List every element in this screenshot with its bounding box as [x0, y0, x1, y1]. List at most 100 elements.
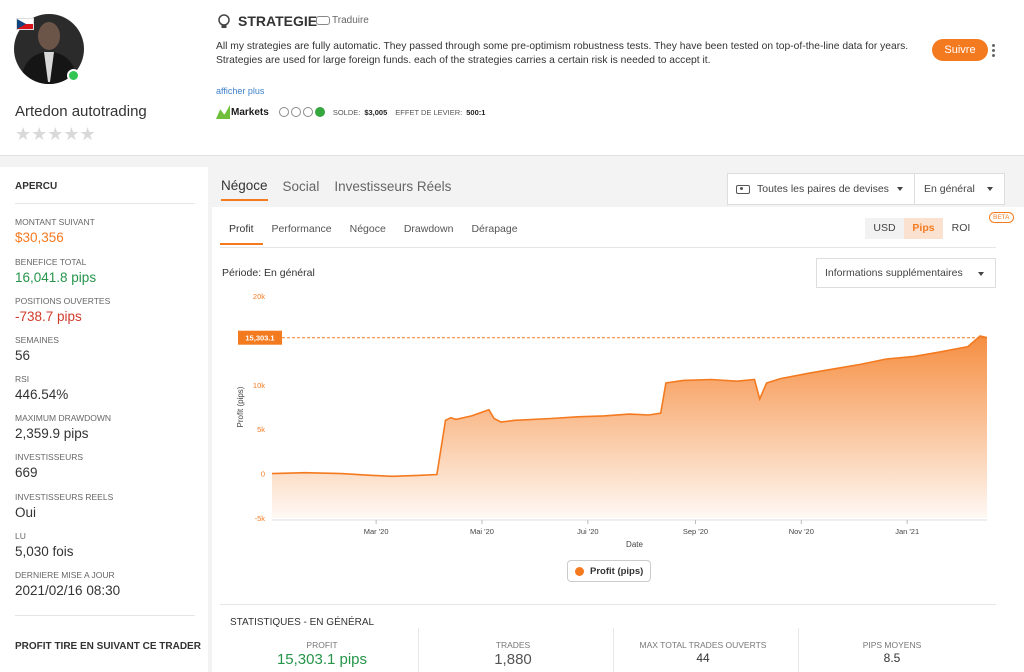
stat-max-open-trades-value: 44: [696, 651, 710, 665]
stat-label-real-investors: INVESTISSEURS REELS: [15, 492, 114, 502]
last-value-label: 15,303.1: [245, 334, 274, 343]
legend-label: Profit (pips): [590, 565, 644, 577]
chevron-down-icon: [897, 187, 903, 191]
stat-separator: [798, 628, 799, 672]
profile-header: Artedon autotrading ★★★★★ STRATEGIE Trad…: [0, 0, 1024, 156]
translate-icon: [316, 16, 330, 25]
period-dropdown-value: En général: [924, 183, 975, 195]
translate-button[interactable]: Traduire: [316, 15, 369, 26]
y-tick-label: -5k: [255, 514, 266, 523]
x-tick-label: Jui '20: [577, 527, 598, 536]
leverage-value: 500:1: [466, 107, 486, 117]
verified-check-icon: [314, 107, 325, 117]
stat-label-followed-amount: MONTANT SUIVANT: [15, 217, 95, 227]
stat-label-rsi: RSI: [15, 374, 30, 384]
currency-pairs-dropdown[interactable]: Toutes les paires de devises: [727, 173, 915, 205]
profit-following-title: PROFIT TIRE EN SUIVANT CE TRADER: [15, 641, 201, 652]
strategy-title: STRATEGIE: [238, 13, 318, 29]
broker-info: Markets SOLDE: $3,005 EFFET DE LEVIER: 5…: [216, 102, 493, 122]
dollar-badge-icon: [278, 107, 289, 117]
stat-value-real-investors: Oui: [15, 505, 37, 520]
avatar-face: [38, 22, 60, 50]
stat-label-max-drawdown: MAXIMUM DRAWDOWN: [15, 413, 112, 423]
lightbulb-icon: [218, 14, 230, 28]
stat-value-views: 5,030 fois: [15, 544, 74, 559]
stat-value-weeks: 56: [15, 348, 31, 363]
legend-profit-pips[interactable]: Profit (pips): [567, 560, 652, 582]
stats-title: STATISTIQUES - EN GÉNÉRAL: [230, 617, 375, 628]
balance-label: SOLDE:: [332, 107, 361, 117]
period-dropdown[interactable]: En général: [915, 173, 1005, 205]
stat-value-rsi: 446.54%: [15, 387, 69, 402]
currency-pairs-value: Toutes les paires de devises: [757, 183, 889, 195]
legend-dot: [575, 566, 584, 576]
x-axis-title: Date: [626, 540, 643, 549]
stat-separator: [418, 628, 419, 672]
stat-average-pips-value: 8.5: [883, 651, 901, 665]
y-axis-title: Profit (pips): [236, 386, 245, 427]
y-tick-label: 20k: [253, 292, 265, 301]
online-status-icon: [67, 69, 80, 82]
trader-name: Artedon autotrading: [15, 103, 147, 120]
stat-profit-label: PROFIT: [306, 640, 338, 650]
x-tick-label: Mar '20: [364, 527, 389, 536]
y-tick-label: 5k: [257, 425, 265, 434]
m4-badge-icon: [290, 107, 301, 117]
sidebar-divider: [15, 615, 195, 616]
tab-real-investors[interactable]: Investisseurs Réels: [334, 175, 451, 200]
stat-max-open-trades: MAX TOTAL TRADES OUVERTS 44: [613, 633, 793, 672]
show-more-link[interactable]: afficher plus: [216, 86, 264, 96]
stat-label-open-positions: POSITIONS OUVERTES: [15, 296, 111, 306]
rating-stars[interactable]: ★★★★★: [15, 124, 96, 145]
follow-button[interactable]: Suivre: [932, 39, 988, 61]
description-line-1: All my strategies are fully automatic. T…: [216, 41, 909, 52]
stat-value-max-drawdown: 2,359.9 pips: [15, 426, 89, 441]
stat-trades: TRADES 1,880: [423, 633, 603, 672]
stat-value-total-profit: 16,041.8 pips: [15, 270, 97, 285]
leverage-label: EFFET DE LEVIER:: [395, 107, 463, 117]
x-tick-label: Sep '20: [683, 527, 708, 536]
stat-value-followed-amount: $30,356: [15, 230, 64, 245]
tab-trading[interactable]: Négoce: [221, 174, 268, 201]
stat-label-weeks: SEMAINES: [15, 335, 59, 345]
sidebar-title: APERCU: [15, 181, 58, 192]
stat-max-open-trades-label: MAX TOTAL TRADES OUVERTS: [639, 640, 767, 650]
x-tick-label: Nov '20: [789, 527, 814, 536]
currency-icon: [736, 184, 750, 194]
strategy-description: All my strategies are fully automatic. T…: [216, 40, 916, 67]
sidebar-divider: [15, 203, 195, 204]
chart-panel: Profit Performance Négoce Drawdown Dérap…: [212, 207, 1024, 672]
translate-label: Traduire: [332, 15, 369, 26]
stat-value-last-update: 2021/02/16 08:30: [15, 583, 121, 598]
broker-logo[interactable]: Markets: [216, 105, 269, 119]
stat-value-investors: 669: [15, 465, 38, 480]
x-tick-label: Jan '21: [895, 527, 919, 536]
overview-sidebar: APERCU MONTANT SUIVANT $30,356 BENEFICE …: [0, 167, 208, 672]
stat-label-investors: INVESTISSEURS: [15, 452, 84, 462]
stat-trades-label: TRADES: [495, 640, 531, 650]
stat-trades-value: 1,880: [494, 651, 532, 668]
x-tick-label: Mai '20: [470, 527, 494, 536]
czech-flag-icon: [16, 18, 34, 30]
stat-profit-value: 15,303.1 pips: [276, 651, 368, 668]
profit-chart[interactable]: -5k05k10k15k20kProfit (pips)Mar '20Mai '…: [212, 207, 1024, 557]
stat-label-total-profit: BENEFICE TOTAL: [15, 257, 87, 267]
stat-label-last-update: DERNIERE MISE A JOUR: [15, 570, 115, 580]
tab-social[interactable]: Social: [283, 175, 320, 200]
y-tick-label: 10k: [253, 381, 265, 390]
stat-profit: PROFIT 15,303.1 pips: [232, 633, 412, 672]
profit-series-area: [272, 336, 987, 518]
description-line-2: Strategies are used for large foreign fu…: [216, 54, 711, 66]
stat-value-open-positions: -738.7 pips: [15, 309, 82, 324]
stats-divider: [220, 604, 996, 605]
ea-badge-icon: [302, 107, 313, 117]
stat-average-pips-label: PIPS MOYENS: [862, 640, 922, 650]
y-tick-label: 0: [261, 470, 265, 479]
chevron-down-icon: [987, 187, 993, 191]
stat-label-views: LU: [15, 531, 26, 541]
broker-logo-icon: [216, 105, 230, 119]
balance-value: $3,005: [364, 107, 388, 117]
more-options-icon[interactable]: [992, 44, 996, 60]
broker-name: Markets: [231, 106, 269, 118]
stat-average-pips: PIPS MOYENS 8.5: [802, 633, 982, 672]
